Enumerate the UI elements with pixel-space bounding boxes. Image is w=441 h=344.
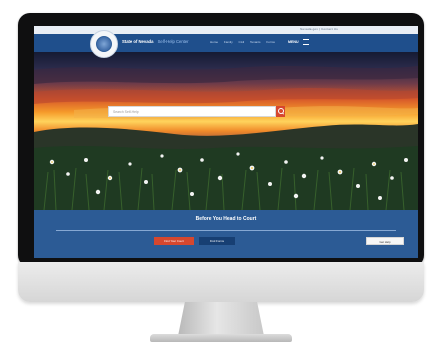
nav-item[interactable]: Forms (266, 40, 275, 44)
search-input[interactable]: Search Self-Help (108, 106, 276, 117)
seal-emblem (96, 36, 112, 52)
menu-icon (302, 39, 309, 45)
hero-landscape-image (34, 66, 418, 210)
find-forms-button[interactable]: Find Forms (199, 237, 235, 245)
site-title-text: State of Nevada (122, 39, 154, 44)
nav-item[interactable]: Family (224, 40, 233, 44)
info-band: Before You Head to Court Find Your Court… (34, 210, 418, 258)
nav-item[interactable]: Civil (239, 40, 245, 44)
nav-item[interactable]: Home (210, 40, 218, 44)
hero-banner (34, 52, 418, 210)
state-seal-icon[interactable] (90, 30, 118, 58)
utility-links[interactable]: Nevada.gov | Contact Us (300, 27, 338, 31)
site-title[interactable]: State of Nevada Self-Help Center (122, 39, 189, 44)
monitor-stand-neck (178, 302, 264, 336)
band-divider (56, 230, 396, 231)
menu-label: MENU (288, 39, 299, 44)
site-subtitle: Self-Help Center (157, 39, 189, 44)
utility-bar: Nevada.gov | Contact Us (34, 26, 418, 34)
search-placeholder: Search Self-Help (113, 110, 139, 114)
band-title: Before You Head to Court (195, 216, 257, 222)
nav-item[interactable]: Tenants (250, 40, 261, 44)
monitor-screen: Nevada.gov | Contact Us State of Nevada … (34, 26, 418, 258)
monitor-stand-foot (150, 334, 292, 342)
menu-button[interactable]: MENU (288, 39, 309, 45)
get-help-button[interactable]: Get Help (366, 237, 404, 245)
primary-nav: Home Family Civil Tenants Forms (210, 40, 280, 44)
search-button[interactable] (276, 106, 285, 117)
find-court-button[interactable]: Find Your Court (154, 237, 194, 245)
search-icon-handle (281, 112, 285, 115)
monitor-chin (18, 262, 424, 302)
